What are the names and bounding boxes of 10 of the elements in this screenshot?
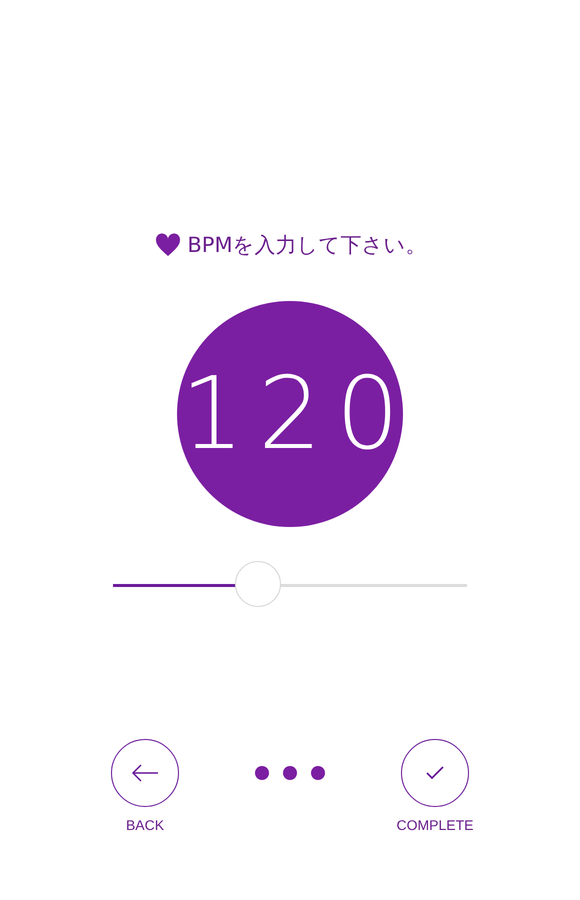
complete-button[interactable]: COMPLETE [380,739,490,833]
prompt-text: BPMを入力して下さい。 [187,232,427,259]
heart-icon [155,233,182,257]
bpm-value: 120 [180,364,414,464]
dots-icon [255,765,325,781]
bpm-slider[interactable] [113,562,467,610]
back-arrow-icon [131,764,159,782]
checkmark-icon [426,766,444,780]
back-button[interactable]: BACK [90,739,200,833]
slider-thumb[interactable] [235,561,282,607]
